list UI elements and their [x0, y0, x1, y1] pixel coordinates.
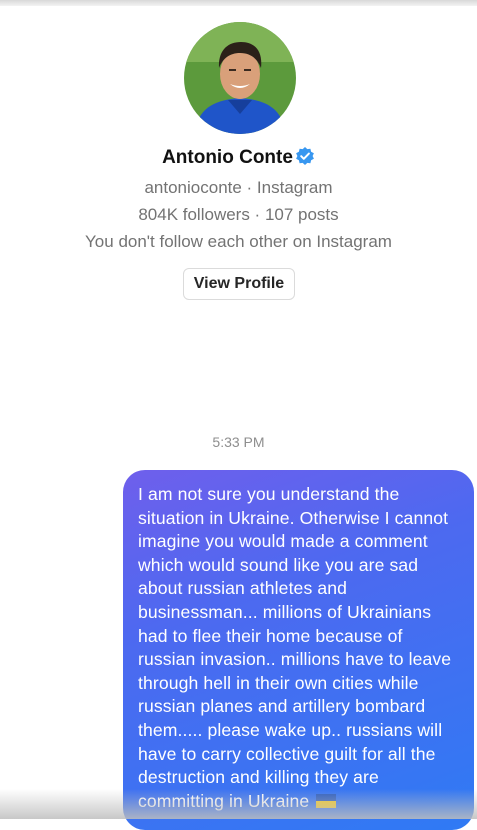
profile-stats: 804K followers · 107 posts [138, 205, 339, 224]
avatar[interactable] [184, 22, 296, 134]
view-profile-button[interactable]: View Profile [183, 268, 295, 300]
follow-status: You don't follow each other on Instagram [85, 232, 392, 251]
profile-handle: antonioconte · Instagram [144, 178, 333, 197]
message-text: I am not sure you understand the situati… [138, 484, 452, 811]
avatar-image [184, 22, 296, 134]
profile-name-row: Antonio Conte [0, 146, 477, 172]
top-edge [0, 0, 477, 6]
profile-name: Antonio Conte [162, 147, 293, 168]
message-bubble[interactable]: I am not sure you understand the situati… [123, 470, 474, 830]
verified-badge-icon [295, 146, 315, 172]
ukraine-flag-icon [316, 793, 337, 808]
message-timestamp: 5:33 PM [212, 434, 265, 450]
